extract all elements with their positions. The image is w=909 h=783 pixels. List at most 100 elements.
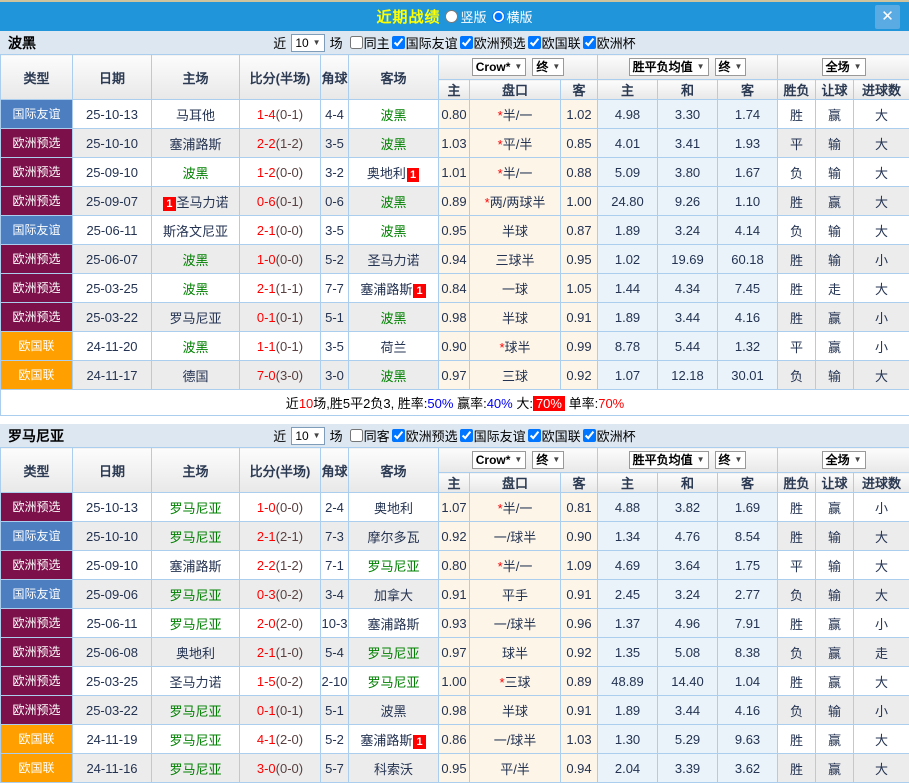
competition-1-2-checkbox[interactable]	[528, 429, 541, 442]
halftime-score: (0-2)	[276, 674, 303, 689]
home-team-name: 圣马力诺	[177, 195, 229, 210]
halftime-score: (0-1)	[276, 339, 303, 354]
mean-draw: 12.18	[658, 361, 718, 390]
competition-1-1-option[interactable]: 国际友谊	[460, 426, 526, 445]
corner-score: 10-3	[321, 609, 349, 638]
sub-header-3: 主	[598, 473, 658, 493]
match-date: 24-11-16	[73, 754, 152, 783]
competition-0-2-checkbox[interactable]	[528, 36, 541, 49]
odds-company-select[interactable]: Crow*▼	[472, 58, 527, 76]
handicap-odds-away: 0.96	[561, 609, 598, 638]
period-select[interactable]: 全场▼	[822, 451, 866, 469]
match-date: 25-03-25	[73, 667, 152, 696]
rank-badge: 1	[163, 197, 175, 211]
mean-home: 4.88	[598, 493, 658, 522]
mean-time-select-value: 终	[719, 59, 731, 75]
same-venue-option[interactable]: 同客	[350, 426, 390, 445]
match-count-select[interactable]: 10▼	[291, 34, 324, 52]
odds-company-select[interactable]: Crow*▼	[472, 451, 527, 469]
close-icon[interactable]: ✕	[875, 5, 900, 29]
summary-part-1: 10	[299, 396, 313, 411]
competition-1-0-option[interactable]: 欧洲预选	[392, 426, 458, 445]
vertical-radio[interactable]	[445, 10, 458, 23]
result-wdl: 平	[778, 129, 816, 158]
home-team: 罗马尼亚	[152, 580, 240, 609]
competition-1-1-checkbox[interactable]	[460, 429, 473, 442]
mean-type-select[interactable]: 胜平负均值▼	[629, 58, 709, 76]
competition-0-0-option[interactable]: 国际友谊	[392, 33, 458, 52]
odds-time-select[interactable]: 终▼	[532, 58, 564, 76]
result-wdl: 胜	[778, 725, 816, 754]
match-date: 25-03-25	[73, 274, 152, 303]
same-venue-checkbox[interactable]	[350, 429, 363, 442]
mean-draw: 5.44	[658, 332, 718, 361]
handicap-odds-home: 0.91	[439, 580, 470, 609]
odds-time-select[interactable]: 终▼	[532, 451, 564, 469]
mean-draw: 3.24	[658, 216, 718, 245]
match-count-select[interactable]: 10▼	[291, 427, 324, 445]
handicap-line: *半/一	[470, 100, 561, 129]
match-score: 1-4(0-1)	[240, 100, 321, 129]
mean-draw: 3.82	[658, 493, 718, 522]
away-team: 波黑	[349, 696, 439, 725]
layout-vertical-option[interactable]: 竖版	[445, 7, 486, 26]
result-handicap: 赢	[816, 638, 854, 667]
mean-away: 1.04	[718, 667, 778, 696]
competition-1-3-option[interactable]: 欧洲杯	[583, 426, 636, 445]
away-team: 波黑	[349, 361, 439, 390]
away-team-name: 塞浦路斯	[360, 733, 412, 748]
competition-1-1-label: 国际友谊	[474, 426, 526, 445]
comp-cell: 欧洲预选	[1, 129, 73, 158]
handicap-line: 一/球半	[470, 522, 561, 551]
horizontal-radio[interactable]	[492, 10, 505, 23]
handicap-odds-home: 0.86	[439, 725, 470, 754]
handicap-odds-home: 0.95	[439, 216, 470, 245]
corner-score: 3-4	[321, 580, 349, 609]
competition-1-3-checkbox[interactable]	[583, 429, 596, 442]
competition-0-3-checkbox[interactable]	[583, 36, 596, 49]
competition-badge: 欧洲预选	[1, 551, 72, 579]
competition-1-0-checkbox[interactable]	[392, 429, 405, 442]
result-wdl: 胜	[778, 303, 816, 332]
table-row: 国际友谊25-10-13马耳他1-4(0-1)4-4波黑0.80*半/一1.02…	[1, 100, 909, 129]
mean-time-select[interactable]: 终▼	[715, 58, 747, 76]
same-venue-checkbox[interactable]	[350, 36, 363, 49]
comp-cell: 国际友谊	[1, 100, 73, 129]
fulltime-score: 2-1	[257, 223, 276, 238]
handicap-odds-home: 1.00	[439, 667, 470, 696]
competition-0-3-option[interactable]: 欧洲杯	[583, 33, 636, 52]
handicap-odds-away: 0.89	[561, 667, 598, 696]
away-team-name: 摩尔多瓦	[367, 530, 419, 545]
fulltime-score: 1-0	[257, 252, 276, 267]
away-team-name: 加拿大	[374, 588, 413, 603]
mean-type-select[interactable]: 胜平负均值▼	[629, 451, 709, 469]
mean-home: 1.30	[598, 725, 658, 754]
handicap-odds-away: 1.05	[561, 274, 598, 303]
mean-home: 1.37	[598, 609, 658, 638]
competition-0-0-checkbox[interactable]	[392, 36, 405, 49]
match-score: 0-1(0-1)	[240, 696, 321, 725]
result-goals: 大	[854, 216, 909, 245]
layout-horizontal-option[interactable]: 横版	[492, 7, 533, 26]
mean-draw: 5.29	[658, 725, 718, 754]
match-date: 25-06-11	[73, 609, 152, 638]
competition-0-2-option[interactable]: 欧国联	[528, 33, 581, 52]
home-team: 罗马尼亚	[152, 303, 240, 332]
summary-part-8: 单率:	[565, 396, 598, 411]
match-score: 0-1(0-1)	[240, 303, 321, 332]
sub-header-1: 盘口	[470, 473, 561, 493]
sub-header-5: 客	[718, 473, 778, 493]
filter-bar: 近10▼场同主国际友谊欧洲预选欧国联欧洲杯	[273, 33, 635, 52]
competition-badge: 欧国联	[1, 332, 72, 360]
competition-0-1-checkbox[interactable]	[460, 36, 473, 49]
away-team-name: 科索沃	[374, 762, 413, 777]
same-venue-option[interactable]: 同主	[350, 33, 390, 52]
competition-1-2-option[interactable]: 欧国联	[528, 426, 581, 445]
mean-home: 1.89	[598, 216, 658, 245]
competition-0-1-option[interactable]: 欧洲预选	[460, 33, 526, 52]
period-select[interactable]: 全场▼	[822, 58, 866, 76]
sub-header-8: 进球数	[854, 80, 909, 100]
mean-time-select[interactable]: 终▼	[715, 451, 747, 469]
mean-header-group: 胜平负均值▼ 终▼	[598, 55, 778, 80]
handicap-odds-home: 0.93	[439, 609, 470, 638]
